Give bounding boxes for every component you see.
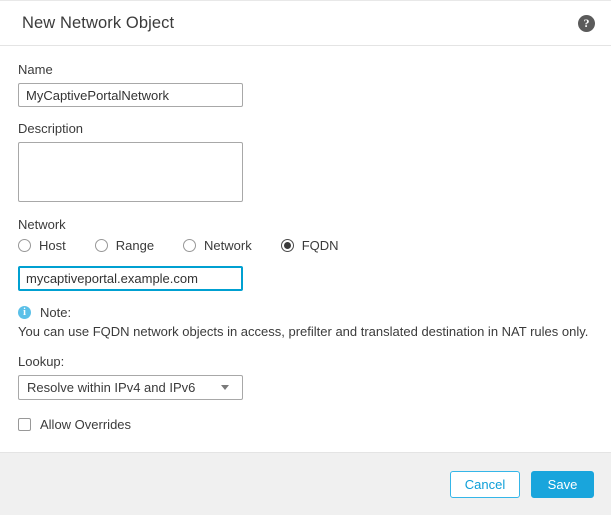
radio-label-fqdn: FQDN <box>301 238 339 253</box>
radio-circle-icon <box>94 239 108 252</box>
dialog-body: Name Description Network Host Range N <box>0 46 611 452</box>
note-header: i Note: <box>18 305 593 320</box>
radio-option-host[interactable]: Host <box>18 238 66 253</box>
note-label: Note: <box>40 305 72 320</box>
allow-overrides-checkbox[interactable]: Allow Overrides <box>18 417 593 432</box>
help-circle-icon[interactable]: ? <box>578 14 595 32</box>
network-type-group: Network Host Range Network FQDN <box>18 217 593 253</box>
fqdn-input[interactable] <box>18 266 243 291</box>
lookup-selected-value: Resolve within IPv4 and IPv6 <box>27 380 196 395</box>
description-textarea[interactable] <box>18 142 243 202</box>
cancel-button[interactable]: Cancel <box>450 470 520 498</box>
note-block: i Note: You can use FQDN network objects… <box>18 305 593 340</box>
name-input[interactable] <box>18 83 243 107</box>
name-label: Name <box>18 62 53 77</box>
radio-label-range: Range <box>115 238 155 253</box>
page-title: New Network Object <box>22 13 175 32</box>
checkbox-icon <box>18 418 31 431</box>
radio-circle-selected-icon <box>280 239 294 252</box>
allow-overrides-label: Allow Overrides <box>40 417 132 432</box>
network-type-radio-group: Host Range Network FQDN <box>18 238 593 253</box>
info-circle-icon: i <box>18 306 31 319</box>
dialog-header: New Network Object ? <box>0 1 611 46</box>
save-button[interactable]: Save <box>531 470 594 498</box>
fqdn-field-group <box>18 266 593 291</box>
name-field-group: Name <box>18 62 593 107</box>
radio-circle-icon <box>18 239 31 252</box>
radio-label-host: Host <box>39 238 66 253</box>
description-label: Description <box>18 121 84 136</box>
lookup-label: Lookup: <box>18 354 65 369</box>
dialog-footer: Cancel Save <box>0 452 611 515</box>
lookup-select[interactable]: Resolve within IPv4 and IPv6 <box>18 375 243 400</box>
lookup-field-group: Lookup: Resolve within IPv4 and IPv6 <box>18 354 593 400</box>
radio-option-network[interactable]: Network <box>183 238 252 253</box>
note-text: You can use FQDN network objects in acce… <box>18 324 589 339</box>
radio-option-fqdn[interactable]: FQDN <box>280 238 339 253</box>
new-network-object-dialog: New Network Object ? Name Description Ne… <box>0 0 611 515</box>
radio-option-range[interactable]: Range <box>94 238 155 253</box>
network-label: Network <box>18 217 66 232</box>
chevron-down-icon <box>221 385 229 390</box>
description-field-group: Description <box>18 121 593 202</box>
radio-label-network: Network <box>204 238 252 253</box>
radio-circle-icon <box>183 239 197 252</box>
